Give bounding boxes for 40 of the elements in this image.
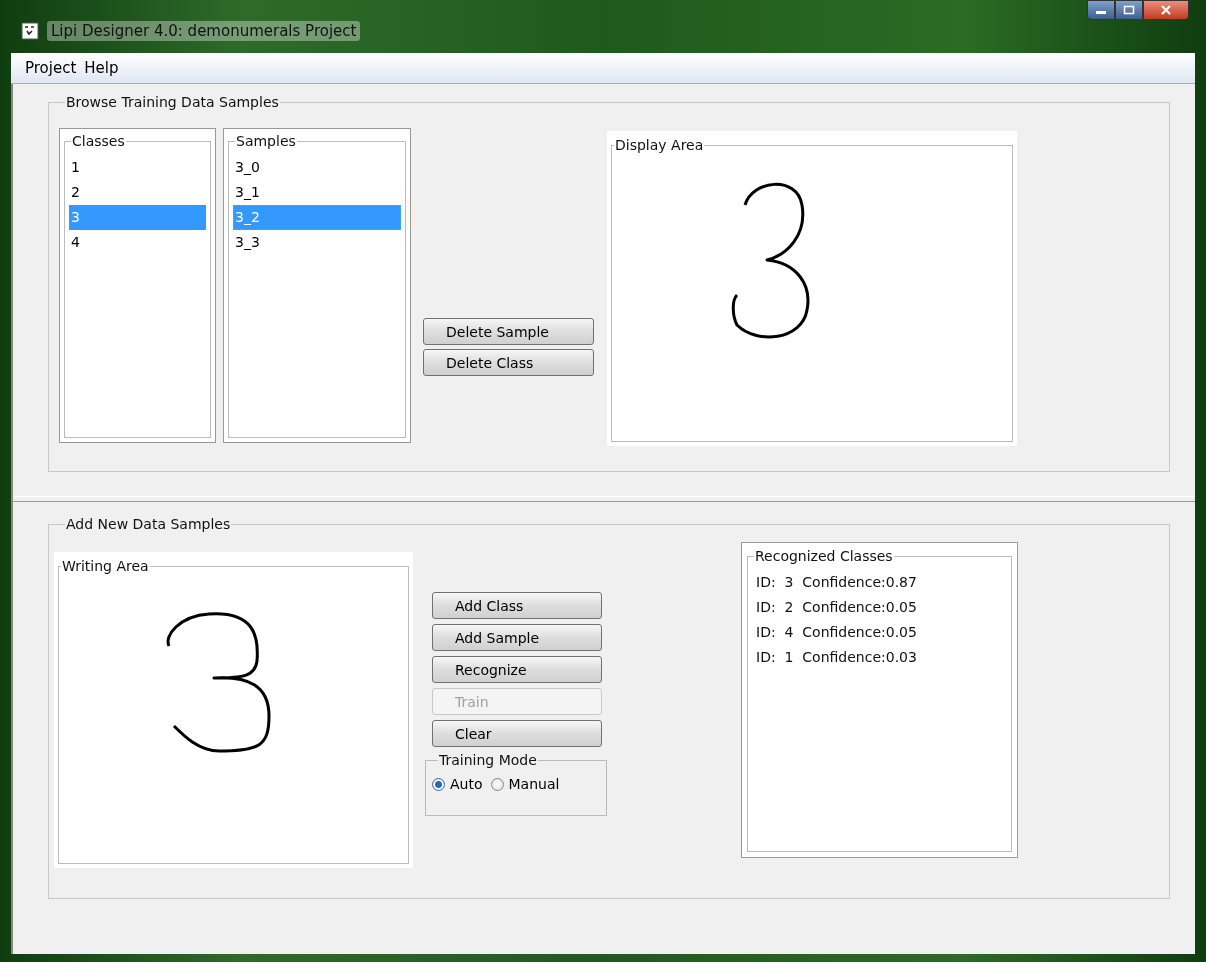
result-line: ID: 2 Confidence:0.05 [755, 598, 918, 617]
result-line: ID: 3 Confidence:0.87 [755, 573, 918, 592]
group-title: Classes [71, 133, 126, 149]
group-title: Writing Area [61, 558, 150, 574]
radio-button[interactable] [490, 777, 504, 791]
push-button[interactable]: Clear [432, 720, 602, 747]
push-button[interactable]: Delete Class [423, 349, 594, 376]
radio-option[interactable]: Manual [490, 776, 560, 792]
radio-label: Manual [508, 776, 560, 792]
result-line: ID: 4 Confidence:0.05 [755, 623, 918, 642]
push-button[interactable]: Add Sample [432, 624, 602, 651]
minimize-button[interactable] [1087, 0, 1115, 20]
list-item[interactable]: 2 [69, 180, 206, 205]
menu-item[interactable]: Help [84, 59, 119, 77]
group-title: Training Mode [438, 752, 538, 768]
group-title: Samples [235, 133, 297, 149]
menu-item[interactable]: Project [25, 59, 77, 77]
radio-label: Auto [450, 776, 483, 792]
list-item[interactable]: 4 [69, 230, 206, 255]
group-title: Add New Data Samples [65, 516, 232, 532]
push-button[interactable]: Delete Sample [423, 318, 594, 345]
list-item[interactable]: 3_0 [233, 155, 401, 180]
app-icon [21, 22, 39, 40]
close-button[interactable] [1143, 0, 1189, 20]
list-item[interactable]: 3_1 [233, 180, 401, 205]
list-item[interactable]: 1 [69, 155, 206, 180]
close-icon [1160, 5, 1172, 15]
maximize-icon [1123, 5, 1135, 15]
group-title: Display Area [614, 137, 705, 153]
result-line: ID: 1 Confidence:0.03 [755, 648, 918, 667]
window-title: Lipi Designer 4.0: demonumerals Project [47, 21, 361, 41]
push-button[interactable]: Add Class [432, 592, 602, 619]
group-title: Browse Training Data Samples [65, 94, 280, 110]
maximize-button[interactable] [1115, 0, 1143, 20]
push-button[interactable]: Recognize [432, 656, 602, 683]
list-item[interactable]: 3_3 [233, 230, 401, 255]
writing-panel[interactable]: Writing Area [54, 552, 413, 868]
group-title: Recognized Classes [754, 548, 894, 564]
radio-option[interactable]: Auto [432, 776, 483, 792]
radio-button[interactable] [432, 777, 445, 791]
